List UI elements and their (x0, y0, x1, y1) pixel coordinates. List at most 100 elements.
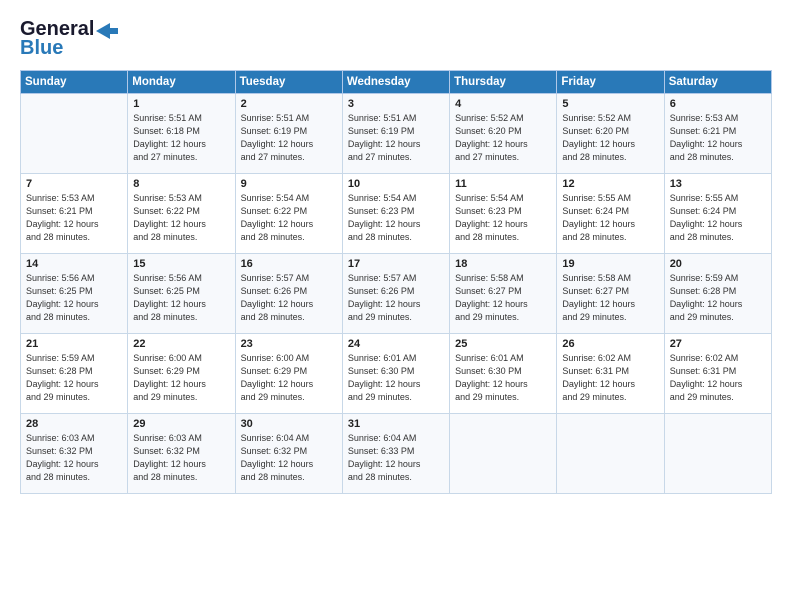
day-number: 8 (133, 178, 229, 190)
day-info: Sunrise: 5:51 AMSunset: 6:19 PMDaylight:… (348, 112, 444, 164)
day-info: Sunrise: 5:58 AMSunset: 6:27 PMDaylight:… (562, 272, 658, 324)
day-info: Sunrise: 5:54 AMSunset: 6:22 PMDaylight:… (241, 192, 337, 244)
calendar-cell: 1 Sunrise: 5:51 AMSunset: 6:18 PMDaylight… (128, 94, 235, 174)
day-number: 27 (670, 338, 766, 350)
calendar-cell: 29 Sunrise: 6:03 AMSunset: 6:32 PMDayligh… (128, 414, 235, 494)
col-header-friday: Friday (557, 71, 664, 94)
calendar-cell: 25Sunrise: 6:01 AMSunset: 6:30 PMDayligh… (450, 334, 557, 414)
day-number: 6 (670, 98, 766, 110)
day-number: 16 (241, 258, 337, 270)
day-info: Sunrise: 6:04 AMSunset: 6:33 PMDaylight:… (348, 432, 444, 484)
calendar-cell (557, 414, 664, 494)
calendar-cell: 11 Sunrise: 5:54 AMSunset: 6:23 PMDayligh… (450, 174, 557, 254)
day-number: 23 (241, 338, 337, 350)
col-header-saturday: Saturday (664, 71, 771, 94)
calendar-cell: 31Sunrise: 6:04 AMSunset: 6:33 PMDayligh… (342, 414, 449, 494)
day-number: 21 (26, 338, 122, 350)
calendar-cell: 2 Sunrise: 5:51 AMSunset: 6:19 PMDaylight… (235, 94, 342, 174)
day-number: 11 (455, 178, 551, 190)
day-info: Sunrise: 6:04 AMSunset: 6:32 PMDaylight:… (241, 432, 337, 484)
calendar-week-row: 21 Sunrise: 5:59 AMSunset: 6:28 PMDayligh… (21, 334, 772, 414)
day-number: 30 (241, 418, 337, 430)
col-header-monday: Monday (128, 71, 235, 94)
calendar-week-row: 14 Sunrise: 5:56 AMSunset: 6:25 PMDayligh… (21, 254, 772, 334)
calendar-cell: 6 Sunrise: 5:53 AMSunset: 6:21 PMDaylight… (664, 94, 771, 174)
day-info: Sunrise: 6:01 AMSunset: 6:30 PMDaylight:… (348, 352, 444, 404)
calendar-cell: 8Sunrise: 5:53 AMSunset: 6:22 PMDaylight… (128, 174, 235, 254)
day-number: 15 (133, 258, 229, 270)
calendar-header-row: SundayMondayTuesdayWednesdayThursdayFrid… (21, 71, 772, 94)
calendar-week-row: 7Sunrise: 5:53 AMSunset: 6:21 PMDaylight… (21, 174, 772, 254)
day-number: 28 (26, 418, 122, 430)
calendar-cell: 16Sunrise: 5:57 AMSunset: 6:26 PMDayligh… (235, 254, 342, 334)
day-number: 10 (348, 178, 444, 190)
day-number: 26 (562, 338, 658, 350)
calendar-cell: 18 Sunrise: 5:58 AMSunset: 6:27 PMDayligh… (450, 254, 557, 334)
page-header: General Blue (20, 18, 772, 60)
day-info: Sunrise: 6:00 AMSunset: 6:29 PMDaylight:… (133, 352, 229, 404)
day-number: 17 (348, 258, 444, 270)
calendar-cell: 30 Sunrise: 6:04 AMSunset: 6:32 PMDayligh… (235, 414, 342, 494)
day-number: 13 (670, 178, 766, 190)
calendar-cell: 14 Sunrise: 5:56 AMSunset: 6:25 PMDayligh… (21, 254, 128, 334)
calendar-week-row: 1 Sunrise: 5:51 AMSunset: 6:18 PMDaylight… (21, 94, 772, 174)
day-info: Sunrise: 6:01 AMSunset: 6:30 PMDaylight:… (455, 352, 551, 404)
day-info: Sunrise: 5:59 AMSunset: 6:28 PMDaylight:… (26, 352, 122, 404)
day-info: Sunrise: 5:51 AMSunset: 6:19 PMDaylight:… (241, 112, 337, 164)
day-number: 9 (241, 178, 337, 190)
day-number: 4 (455, 98, 551, 110)
day-info: Sunrise: 5:57 AMSunset: 6:26 PMDaylight:… (348, 272, 444, 324)
logo: General Blue (20, 18, 118, 60)
calendar-cell: 24 Sunrise: 6:01 AMSunset: 6:30 PMDayligh… (342, 334, 449, 414)
day-info: Sunrise: 5:52 AMSunset: 6:20 PMDaylight:… (455, 112, 551, 164)
day-info: Sunrise: 5:51 AMSunset: 6:18 PMDaylight:… (133, 112, 229, 164)
calendar-cell: 15 Sunrise: 5:56 AMSunset: 6:25 PMDayligh… (128, 254, 235, 334)
col-header-thursday: Thursday (450, 71, 557, 94)
calendar-cell: 26 Sunrise: 6:02 AMSunset: 6:31 PMDayligh… (557, 334, 664, 414)
day-info: Sunrise: 5:53 AMSunset: 6:21 PMDaylight:… (26, 192, 122, 244)
calendar-cell: 12Sunrise: 5:55 AMSunset: 6:24 PMDayligh… (557, 174, 664, 254)
day-info: Sunrise: 5:58 AMSunset: 6:27 PMDaylight:… (455, 272, 551, 324)
day-number: 18 (455, 258, 551, 270)
day-info: Sunrise: 5:56 AMSunset: 6:25 PMDaylight:… (26, 272, 122, 324)
day-number: 29 (133, 418, 229, 430)
col-header-tuesday: Tuesday (235, 71, 342, 94)
day-number: 19 (562, 258, 658, 270)
calendar-cell: 21 Sunrise: 5:59 AMSunset: 6:28 PMDayligh… (21, 334, 128, 414)
day-number: 1 (133, 98, 229, 110)
calendar-cell: 3Sunrise: 5:51 AMSunset: 6:19 PMDaylight… (342, 94, 449, 174)
calendar-cell: 4 Sunrise: 5:52 AMSunset: 6:20 PMDaylight… (450, 94, 557, 174)
day-number: 12 (562, 178, 658, 190)
calendar-cell: 10 Sunrise: 5:54 AMSunset: 6:23 PMDayligh… (342, 174, 449, 254)
day-info: Sunrise: 5:56 AMSunset: 6:25 PMDaylight:… (133, 272, 229, 324)
day-info: Sunrise: 6:02 AMSunset: 6:31 PMDaylight:… (562, 352, 658, 404)
logo-blue: Blue (20, 37, 63, 60)
day-number: 14 (26, 258, 122, 270)
calendar-cell (21, 94, 128, 174)
day-info: Sunrise: 5:52 AMSunset: 6:20 PMDaylight:… (562, 112, 658, 164)
calendar-cell: 7Sunrise: 5:53 AMSunset: 6:21 PMDaylight… (21, 174, 128, 254)
calendar-cell: 17 Sunrise: 5:57 AMSunset: 6:26 PMDayligh… (342, 254, 449, 334)
calendar-week-row: 28 Sunrise: 6:03 AMSunset: 6:32 PMDayligh… (21, 414, 772, 494)
calendar-cell: 5Sunrise: 5:52 AMSunset: 6:20 PMDaylight… (557, 94, 664, 174)
day-info: Sunrise: 5:53 AMSunset: 6:21 PMDaylight:… (670, 112, 766, 164)
day-info: Sunrise: 5:54 AMSunset: 6:23 PMDaylight:… (455, 192, 551, 244)
calendar-cell: 13 Sunrise: 5:55 AMSunset: 6:24 PMDayligh… (664, 174, 771, 254)
calendar-table: SundayMondayTuesdayWednesdayThursdayFrid… (20, 70, 772, 494)
day-info: Sunrise: 6:03 AMSunset: 6:32 PMDaylight:… (133, 432, 229, 484)
day-info: Sunrise: 5:59 AMSunset: 6:28 PMDaylight:… (670, 272, 766, 324)
calendar-cell (664, 414, 771, 494)
col-header-sunday: Sunday (21, 71, 128, 94)
calendar-cell: 22Sunrise: 6:00 AMSunset: 6:29 PMDayligh… (128, 334, 235, 414)
day-number: 2 (241, 98, 337, 110)
calendar-cell: 19 Sunrise: 5:58 AMSunset: 6:27 PMDayligh… (557, 254, 664, 334)
calendar-cell: 23Sunrise: 6:00 AMSunset: 6:29 PMDayligh… (235, 334, 342, 414)
calendar-cell: 9 Sunrise: 5:54 AMSunset: 6:22 PMDaylight… (235, 174, 342, 254)
day-info: Sunrise: 6:02 AMSunset: 6:31 PMDaylight:… (670, 352, 766, 404)
day-info: Sunrise: 5:55 AMSunset: 6:24 PMDaylight:… (670, 192, 766, 244)
calendar-cell: 20 Sunrise: 5:59 AMSunset: 6:28 PMDayligh… (664, 254, 771, 334)
day-info: Sunrise: 6:03 AMSunset: 6:32 PMDaylight:… (26, 432, 122, 484)
day-number: 20 (670, 258, 766, 270)
day-info: Sunrise: 5:54 AMSunset: 6:23 PMDaylight:… (348, 192, 444, 244)
day-number: 24 (348, 338, 444, 350)
